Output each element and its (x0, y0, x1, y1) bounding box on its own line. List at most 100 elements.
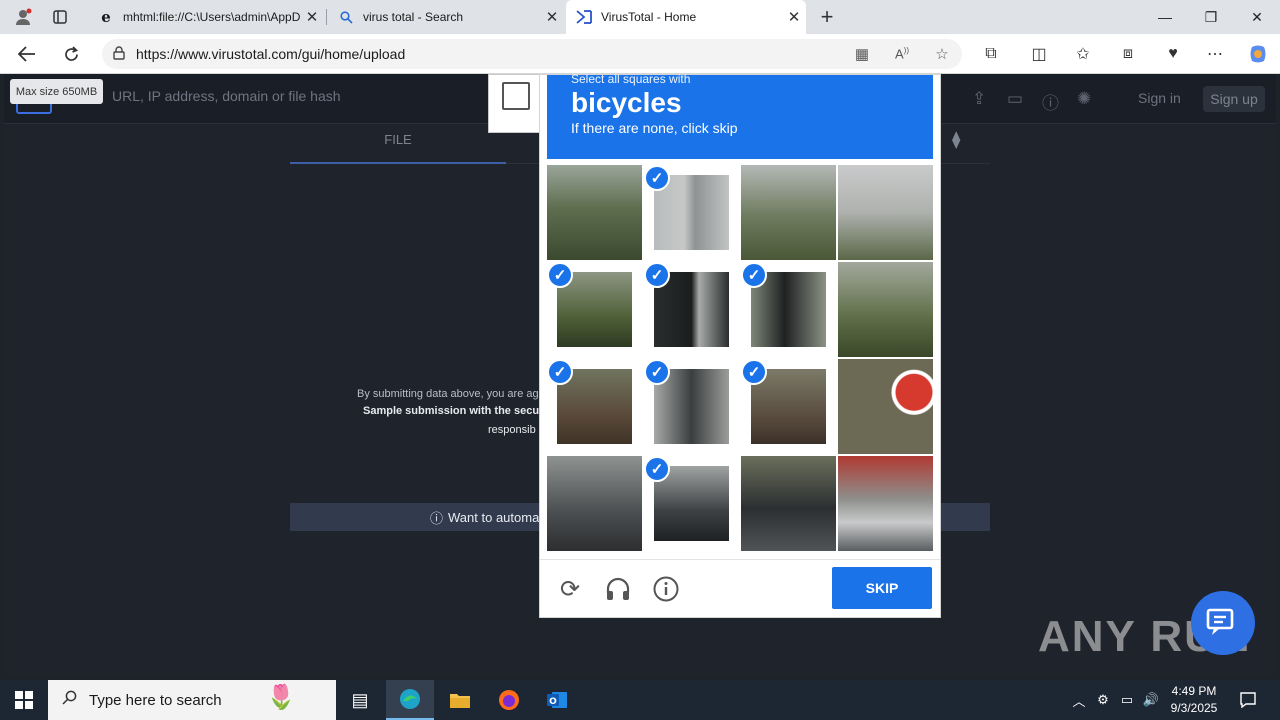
profile-icon[interactable] (8, 3, 38, 31)
tab-actions-icon[interactable] (45, 3, 75, 31)
split-screen-icon[interactable]: ◫ (1024, 42, 1054, 66)
tile-selected-check-icon: ✓ (644, 165, 670, 191)
captcha-tile[interactable] (741, 456, 836, 551)
terms-text-bold: Sample submission with the secu (363, 405, 540, 417)
browser-essentials-icon[interactable]: ♥ (1158, 42, 1188, 66)
refresh-icon[interactable]: ⟳ (555, 574, 585, 604)
extensions-icon[interactable]: ⧉ (976, 42, 1006, 66)
automate-text: Want to automa (448, 509, 540, 525)
captcha-tile[interactable]: ✓ (741, 262, 836, 357)
firefox-icon[interactable] (485, 680, 533, 720)
advanced-search-icon[interactable]: ⧫ (952, 130, 960, 150)
captcha-tile-image (741, 165, 836, 260)
captcha-checkbox[interactable] (502, 82, 530, 110)
captcha-grid: ✓ ✓ ✓ ✓ ✓ ✓ ✓ ✓ (547, 165, 934, 552)
restore-icon[interactable]: ❐ (1188, 0, 1234, 34)
close-icon[interactable]: ✕ (540, 8, 564, 26)
refresh-icon[interactable] (56, 40, 86, 68)
lock-icon[interactable] (102, 45, 136, 63)
new-tab-button[interactable]: + (812, 3, 842, 31)
info-icon: ⓘ (430, 510, 444, 526)
browser-tab-bar: e mhtml:file://C:\Users\admin\AppD ✕ vir… (0, 0, 1280, 34)
windows-start-icon[interactable] (0, 680, 48, 720)
upload-icon[interactable]: ⇪ (972, 89, 986, 109)
captcha-tile[interactable] (547, 456, 642, 551)
captcha-subtitle: If there are none, click skip (571, 120, 738, 136)
captcha-tile[interactable]: ✓ (644, 165, 739, 260)
theme-icon[interactable]: ✺ (1077, 89, 1091, 109)
terms-text: By submitting data above, you are ag (357, 388, 539, 400)
url-text[interactable]: https://www.virustotal.com/gui/home/uplo… (136, 46, 842, 62)
captcha-footer-divider (540, 559, 940, 560)
more-menu-icon[interactable]: ⋯ (1200, 42, 1230, 66)
clock-time: 4:49 PM (1171, 684, 1217, 698)
tab-separator (326, 9, 327, 25)
tile-selected-check-icon: ✓ (547, 359, 573, 385)
close-icon[interactable]: ✕ (300, 8, 324, 26)
tab-virustotal[interactable]: VirusTotal - Home ✕ (566, 0, 806, 34)
captcha-tile-image (838, 165, 933, 260)
tab-mhtml[interactable]: e mhtml:file://C:\Users\admin\AppD ✕ (88, 0, 324, 34)
close-window-icon[interactable]: ✕ (1234, 0, 1280, 34)
tray-app-icon[interactable]: ⚙ (1092, 680, 1114, 720)
info-icon[interactable] (651, 574, 681, 604)
apps-icon[interactable]: ▦ (842, 45, 882, 63)
skip-button[interactable]: SKIP (832, 567, 932, 609)
captcha-tile[interactable] (838, 165, 933, 260)
task-view-icon[interactable]: ▤ (336, 680, 384, 720)
file-explorer-icon[interactable] (436, 680, 484, 720)
tray-chevron-icon[interactable]: ︿ (1068, 680, 1090, 720)
favorite-star-icon[interactable]: ☆ (922, 45, 962, 63)
back-icon[interactable] (12, 40, 42, 68)
captcha-tile[interactable]: ✓ (547, 359, 642, 454)
favorites-icon[interactable]: ✩ (1068, 42, 1098, 66)
captcha-tile[interactable] (838, 262, 933, 357)
read-aloud-icon[interactable]: A)) (882, 46, 922, 61)
captcha-challenge: Select all squares with bicycles If ther… (539, 72, 941, 618)
taskbar-search-input[interactable]: Type here to search 🌷 (48, 680, 336, 720)
audio-headphones-icon[interactable] (603, 574, 633, 604)
captcha-tile[interactable] (741, 165, 836, 260)
close-icon[interactable]: ✕ (782, 8, 806, 26)
captcha-tile[interactable]: ✓ (644, 262, 739, 357)
sign-up-button[interactable]: Sign up (1203, 86, 1265, 112)
search-icon (338, 9, 354, 25)
tab-file-underline (290, 162, 506, 164)
help-icon[interactable]: ⓘ (1042, 89, 1059, 114)
edge-app-icon[interactable] (386, 680, 434, 720)
network-icon[interactable]: ▭ (1116, 680, 1138, 720)
notifications-icon[interactable] (1234, 680, 1262, 720)
tab-search[interactable]: virus total - Search ✕ (328, 0, 564, 34)
volume-icon[interactable]: 🔊 (1140, 680, 1162, 720)
outlook-icon[interactable]: O (533, 680, 581, 720)
chat-icon[interactable]: ▭ (1007, 89, 1023, 109)
virustotal-icon (576, 9, 592, 25)
search-input[interactable]: URL, IP address, domain or file hash (112, 88, 341, 104)
captcha-tile[interactable]: ✓ (644, 359, 739, 454)
collections-icon[interactable]: ⧈ (1113, 42, 1143, 66)
sign-in-link[interactable]: Sign in (1138, 90, 1181, 106)
minimize-icon[interactable]: — (1142, 0, 1188, 34)
chat-button[interactable] (1191, 591, 1255, 655)
tile-selected-check-icon: ✓ (644, 359, 670, 385)
terms-text-link[interactable]: responsib (488, 424, 536, 436)
taskbar-search-placeholder: Type here to search (89, 691, 222, 709)
captcha-tile[interactable] (838, 456, 933, 551)
tab-label: mhtml:file://C:\Users\admin\AppD (123, 10, 300, 24)
captcha-tile[interactable] (838, 359, 933, 454)
svg-text:O: O (549, 697, 557, 707)
max-size-tooltip: Max size 650MB (10, 79, 103, 104)
captcha-tile[interactable]: ✓ (644, 456, 739, 551)
taskbar: Type here to search 🌷 ▤ O ︿ ⚙ ▭ 🔊 4:49 P… (0, 680, 1280, 720)
captcha-checkbox-frame (488, 74, 542, 133)
copilot-icon[interactable] (1243, 42, 1273, 66)
address-bar[interactable]: https://www.virustotal.com/gui/home/uplo… (102, 39, 962, 69)
captcha-tile[interactable]: ✓ (741, 359, 836, 454)
captcha-instruction: Select all squares with (571, 72, 691, 86)
captcha-tile[interactable]: ✓ (547, 262, 642, 357)
taskbar-clock[interactable]: 4:49 PM 9/3/2025 (1166, 683, 1222, 717)
captcha-tile[interactable] (547, 165, 642, 260)
tab-file[interactable]: FILE (290, 126, 506, 164)
captcha-tile-image (838, 359, 933, 454)
tile-selected-check-icon: ✓ (741, 262, 767, 288)
